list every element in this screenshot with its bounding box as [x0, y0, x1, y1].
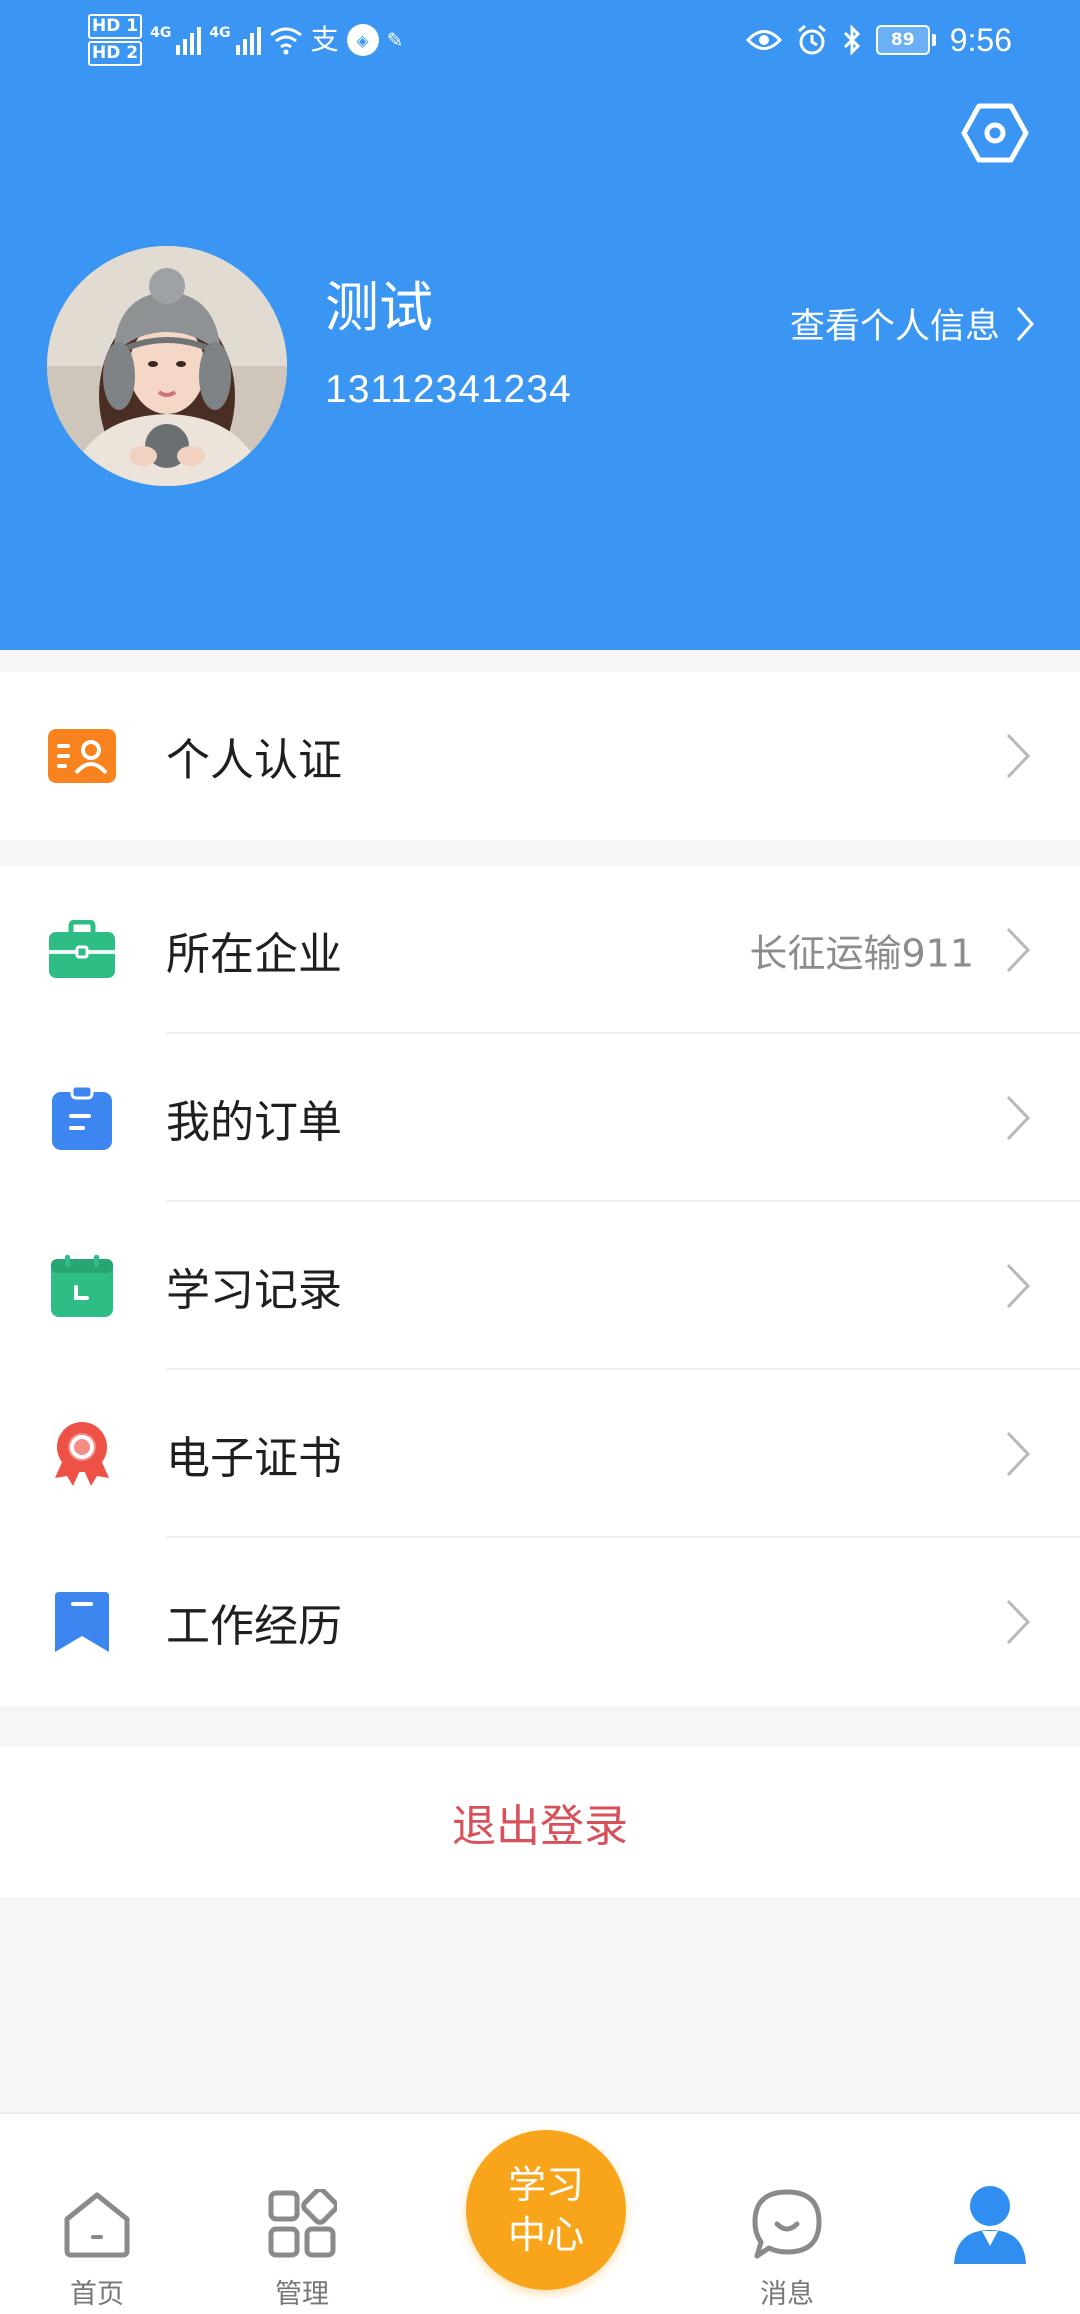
tab-label: 管理 [275, 2279, 329, 2310]
menu-item-label: 所在企业 [166, 929, 342, 980]
user-phone: 13112341234 [325, 368, 572, 411]
signal-icon-2: 4G [209, 25, 261, 55]
tab-label: 消息 [760, 2279, 814, 2310]
chat-bubble-icon [749, 2186, 825, 2262]
clipboard-icon [46, 1082, 118, 1154]
app-notification-icon: ◈ [346, 24, 379, 56]
settings-button[interactable] [958, 98, 1032, 168]
signature-notification-icon: ✎ [386, 28, 404, 52]
view-profile-link[interactable]: 查看个人信息 [790, 298, 1034, 349]
user-profile-icon [952, 2186, 1028, 2264]
menu-item-label: 学习记录 [166, 1265, 342, 1316]
eye-comfort-icon [745, 30, 782, 50]
menu-item-label: 工作经历 [166, 1601, 342, 1652]
tab-label: 首页 [70, 2279, 124, 2310]
hd1-badge: HD 1 [88, 14, 143, 39]
chevron-right-icon [1006, 927, 1030, 973]
tab-messages[interactable]: 消息 [697, 2114, 877, 2314]
learning-center-line1: 学习 [507, 2163, 584, 2207]
menu-item-label: 电子证书 [166, 1433, 342, 1484]
calendar-icon [46, 1250, 118, 1322]
briefcase-icon [46, 914, 118, 986]
status-bar-right: 89 9:56 [745, 12, 1012, 68]
user-name: 测试 [325, 276, 433, 339]
status-bar-left: HD 1 HD 2 4G 4G 支 ◈ ✎ [88, 12, 403, 68]
logout-label: 退出登录 [452, 1801, 628, 1852]
network-type-1: 4G [150, 25, 172, 41]
battery-level: 89 [875, 25, 930, 55]
alipay-icon: 支 [310, 23, 339, 56]
company-name-value: 长征运输911 [749, 931, 974, 976]
id-card-icon [46, 720, 118, 792]
home-icon [59, 2186, 135, 2262]
wifi-icon [269, 27, 302, 55]
view-profile-label: 查看个人信息 [789, 307, 1000, 347]
menu-item-e-certificates[interactable]: 电子证书 [0, 1370, 1080, 1538]
chevron-right-icon [1006, 1263, 1030, 1309]
tab-home[interactable]: 首页 [7, 2114, 187, 2314]
bluetooth-icon [843, 24, 860, 56]
menu-group-verification: 个人认证 [0, 672, 1080, 840]
menu-item-label: 个人认证 [166, 735, 342, 786]
logout-button[interactable]: 退出登录 [0, 1747, 1080, 1897]
menu-item-study-records[interactable]: 学习记录 [0, 1202, 1080, 1370]
clock: 9:56 [949, 21, 1012, 58]
status-bar: HD 1 HD 2 4G 4G 支 ◈ ✎ 89 9:56 [0, 0, 1080, 80]
menu-group-main: 所在企业 长征运输911 我的订单 学习记录 电子证书 工作经历 [0, 866, 1080, 1706]
chevron-right-icon [1006, 1599, 1030, 1645]
bookmark-icon [46, 1586, 118, 1658]
chevron-right-icon [1006, 1095, 1030, 1141]
network-type-2: 4G [209, 25, 231, 41]
hd-indicator: HD 1 HD 2 [88, 13, 143, 67]
chevron-right-icon [1016, 306, 1034, 341]
tab-profile[interactable] [900, 2114, 1080, 2314]
battery-icon: 89 [875, 25, 936, 55]
learning-center-line2: 中心 [507, 2213, 584, 2257]
menu-item-company[interactable]: 所在企业 长征运输911 [0, 866, 1080, 1034]
award-ribbon-icon [46, 1418, 118, 1490]
grid-icon [264, 2186, 340, 2262]
profile-header: HD 1 HD 2 4G 4G 支 ◈ ✎ 89 9:56 测试 1311234… [0, 0, 1080, 650]
menu-item-my-orders[interactable]: 我的订单 [0, 1034, 1080, 1202]
hd2-badge: HD 2 [88, 41, 143, 66]
menu-item-label: 我的订单 [166, 1097, 342, 1148]
avatar-photo [47, 246, 287, 486]
alarm-icon [797, 24, 826, 55]
signal-icon-1: 4G [150, 25, 202, 55]
avatar[interactable] [47, 246, 287, 486]
chevron-right-icon [1006, 1431, 1030, 1477]
chevron-right-icon [1006, 733, 1030, 779]
menu-item-personal-verification[interactable]: 个人认证 [0, 672, 1080, 840]
menu-item-work-experience[interactable]: 工作经历 [0, 1538, 1080, 1706]
settings-hexagon-icon [961, 103, 1029, 163]
learning-center-button[interactable]: 学习 中心 [466, 2130, 626, 2290]
tab-manage[interactable]: 管理 [212, 2114, 392, 2314]
